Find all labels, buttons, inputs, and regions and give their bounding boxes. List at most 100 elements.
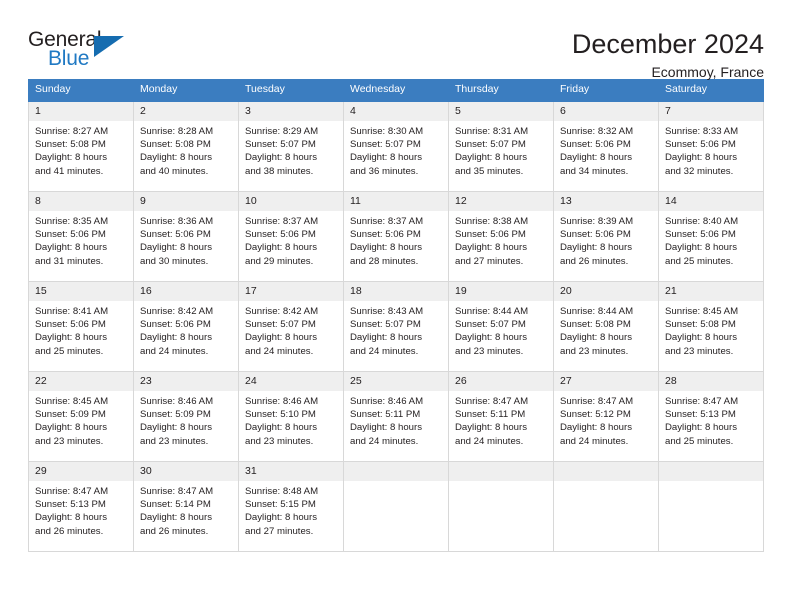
day-number: 18	[344, 281, 448, 301]
daylight-text-line2: and 31 minutes.	[35, 255, 104, 267]
day-cell[interactable]: 26 Sunrise: 8:47 AM Sunset: 5:11 PM Dayl…	[448, 370, 554, 462]
day-details: Sunrise: 8:46 AM Sunset: 5:10 PM Dayligh…	[239, 391, 343, 449]
day-cell[interactable]: 3 Sunrise: 8:29 AM Sunset: 5:07 PM Dayli…	[238, 100, 344, 192]
day-cell[interactable]: 27 Sunrise: 8:47 AM Sunset: 5:12 PM Dayl…	[553, 370, 659, 462]
sunrise-text: Sunrise: 8:45 AM	[35, 395, 109, 407]
day-cell[interactable]: 31 Sunrise: 8:48 AM Sunset: 5:15 PM Dayl…	[238, 460, 344, 552]
sunset-text: Sunset: 5:06 PM	[665, 228, 736, 240]
day-details: Sunrise: 8:41 AM Sunset: 5:06 PM Dayligh…	[29, 301, 133, 359]
weekday-header-saturday: Saturday	[658, 79, 764, 102]
daylight-text-line2: and 41 minutes.	[35, 165, 104, 177]
day-details: Sunrise: 8:42 AM Sunset: 5:07 PM Dayligh…	[239, 301, 343, 359]
sunrise-text: Sunrise: 8:29 AM	[245, 125, 319, 137]
day-cell[interactable]: 1 Sunrise: 8:27 AM Sunset: 5:08 PM Dayli…	[28, 100, 134, 192]
weekday-header-tuesday: Tuesday	[238, 79, 344, 102]
day-cell[interactable]: 7 Sunrise: 8:33 AM Sunset: 5:06 PM Dayli…	[658, 100, 764, 192]
day-cell[interactable]: 16 Sunrise: 8:42 AM Sunset: 5:06 PM Dayl…	[133, 280, 239, 372]
daylight-text-line2: and 23 minutes.	[455, 345, 524, 357]
day-number: 8	[29, 191, 133, 211]
daylight-text-line2: and 36 minutes.	[350, 165, 419, 177]
day-cell[interactable]: 5 Sunrise: 8:31 AM Sunset: 5:07 PM Dayli…	[448, 100, 554, 192]
sunset-text: Sunset: 5:06 PM	[245, 228, 316, 240]
day-details: Sunrise: 8:42 AM Sunset: 5:06 PM Dayligh…	[134, 301, 238, 359]
day-cell[interactable]: 2 Sunrise: 8:28 AM Sunset: 5:08 PM Dayli…	[133, 100, 239, 192]
general-blue-logo[interactable]: General Blue	[28, 28, 136, 72]
sunrise-text: Sunrise: 8:36 AM	[140, 215, 214, 227]
day-number: 22	[29, 371, 133, 391]
day-cell[interactable]: 12 Sunrise: 8:38 AM Sunset: 5:06 PM Dayl…	[448, 190, 554, 282]
day-number: 7	[659, 101, 763, 121]
day-details: Sunrise: 8:44 AM Sunset: 5:08 PM Dayligh…	[554, 301, 658, 359]
sunrise-text: Sunrise: 8:44 AM	[455, 305, 529, 317]
sunrise-text: Sunrise: 8:40 AM	[665, 215, 739, 227]
day-cell[interactable]: 21 Sunrise: 8:45 AM Sunset: 5:08 PM Dayl…	[658, 280, 764, 372]
sunrise-sunset-calendar: Sunday Monday Tuesday Wednesday Thursday…	[28, 79, 764, 552]
day-number	[344, 461, 448, 481]
day-cell[interactable]: 17 Sunrise: 8:42 AM Sunset: 5:07 PM Dayl…	[238, 280, 344, 372]
day-cell[interactable]: 8 Sunrise: 8:35 AM Sunset: 5:06 PM Dayli…	[28, 190, 134, 282]
daylight-text-line2: and 23 minutes.	[140, 435, 209, 447]
daylight-text-line1: Daylight: 8 hours	[665, 152, 737, 164]
day-number: 1	[29, 101, 133, 121]
daylight-text-line2: and 24 minutes.	[350, 345, 419, 357]
weekday-header-wednesday: Wednesday	[343, 79, 449, 102]
day-cell[interactable]: 22 Sunrise: 8:45 AM Sunset: 5:09 PM Dayl…	[28, 370, 134, 462]
sunrise-text: Sunrise: 8:41 AM	[35, 305, 109, 317]
sunset-text: Sunset: 5:09 PM	[140, 408, 211, 420]
sunrise-text: Sunrise: 8:48 AM	[245, 485, 319, 497]
day-details: Sunrise: 8:37 AM Sunset: 5:06 PM Dayligh…	[239, 211, 343, 269]
day-cell[interactable]: 24 Sunrise: 8:46 AM Sunset: 5:10 PM Dayl…	[238, 370, 344, 462]
day-number: 21	[659, 281, 763, 301]
daylight-text-line1: Daylight: 8 hours	[455, 332, 527, 344]
day-cell[interactable]: 13 Sunrise: 8:39 AM Sunset: 5:06 PM Dayl…	[553, 190, 659, 282]
day-details: Sunrise: 8:29 AM Sunset: 5:07 PM Dayligh…	[239, 121, 343, 179]
sunset-text: Sunset: 5:13 PM	[665, 408, 736, 420]
daylight-text-line2: and 29 minutes.	[245, 255, 314, 267]
day-cell[interactable]: 19 Sunrise: 8:44 AM Sunset: 5:07 PM Dayl…	[448, 280, 554, 372]
day-cell[interactable]: 10 Sunrise: 8:37 AM Sunset: 5:06 PM Dayl…	[238, 190, 344, 282]
daylight-text-line2: and 25 minutes.	[665, 435, 734, 447]
daylight-text-line2: and 25 minutes.	[35, 345, 104, 357]
weekday-header-friday: Friday	[553, 79, 659, 102]
day-cell[interactable]: 4 Sunrise: 8:30 AM Sunset: 5:07 PM Dayli…	[343, 100, 449, 192]
daylight-text-line1: Daylight: 8 hours	[35, 422, 107, 434]
day-cell[interactable]: 9 Sunrise: 8:36 AM Sunset: 5:06 PM Dayli…	[133, 190, 239, 282]
day-details: Sunrise: 8:45 AM Sunset: 5:09 PM Dayligh…	[29, 391, 133, 449]
day-cell[interactable]: 25 Sunrise: 8:46 AM Sunset: 5:11 PM Dayl…	[343, 370, 449, 462]
daylight-text-line1: Daylight: 8 hours	[560, 242, 632, 254]
day-cell[interactable]: 20 Sunrise: 8:44 AM Sunset: 5:08 PM Dayl…	[553, 280, 659, 372]
day-cell[interactable]: 14 Sunrise: 8:40 AM Sunset: 5:06 PM Dayl…	[658, 190, 764, 282]
calendar-body: 1 Sunrise: 8:27 AM Sunset: 5:08 PM Dayli…	[28, 100, 764, 552]
day-cell[interactable]: 11 Sunrise: 8:37 AM Sunset: 5:06 PM Dayl…	[343, 190, 449, 282]
daylight-text-line2: and 35 minutes.	[455, 165, 524, 177]
sunrise-text: Sunrise: 8:39 AM	[560, 215, 634, 227]
day-cell[interactable]: 23 Sunrise: 8:46 AM Sunset: 5:09 PM Dayl…	[133, 370, 239, 462]
day-details: Sunrise: 8:38 AM Sunset: 5:06 PM Dayligh…	[449, 211, 553, 269]
day-cell-empty	[343, 460, 449, 552]
weekday-header-monday: Monday	[133, 79, 239, 102]
calendar-header-row-group: Sunday Monday Tuesday Wednesday Thursday…	[28, 79, 764, 102]
sunset-text: Sunset: 5:11 PM	[455, 408, 526, 420]
day-details: Sunrise: 8:46 AM Sunset: 5:11 PM Dayligh…	[344, 391, 448, 449]
day-cell[interactable]: 18 Sunrise: 8:43 AM Sunset: 5:07 PM Dayl…	[343, 280, 449, 372]
daylight-text-line2: and 27 minutes.	[455, 255, 524, 267]
daylight-text-line1: Daylight: 8 hours	[140, 152, 212, 164]
day-number: 24	[239, 371, 343, 391]
sunrise-text: Sunrise: 8:31 AM	[455, 125, 529, 137]
day-details: Sunrise: 8:47 AM Sunset: 5:13 PM Dayligh…	[659, 391, 763, 449]
daylight-text-line2: and 27 minutes.	[245, 525, 314, 537]
daylight-text-line2: and 38 minutes.	[245, 165, 314, 177]
day-cell[interactable]: 29 Sunrise: 8:47 AM Sunset: 5:13 PM Dayl…	[28, 460, 134, 552]
day-cell[interactable]: 15 Sunrise: 8:41 AM Sunset: 5:06 PM Dayl…	[28, 280, 134, 372]
day-number: 23	[134, 371, 238, 391]
sunrise-text: Sunrise: 8:28 AM	[140, 125, 214, 137]
day-details: Sunrise: 8:39 AM Sunset: 5:06 PM Dayligh…	[554, 211, 658, 269]
sunrise-text: Sunrise: 8:42 AM	[140, 305, 214, 317]
day-details: Sunrise: 8:32 AM Sunset: 5:06 PM Dayligh…	[554, 121, 658, 179]
day-details: Sunrise: 8:47 AM Sunset: 5:14 PM Dayligh…	[134, 481, 238, 539]
daylight-text-line1: Daylight: 8 hours	[350, 152, 422, 164]
day-cell[interactable]: 6 Sunrise: 8:32 AM Sunset: 5:06 PM Dayli…	[553, 100, 659, 192]
sunset-text: Sunset: 5:07 PM	[350, 138, 421, 150]
day-cell[interactable]: 28 Sunrise: 8:47 AM Sunset: 5:13 PM Dayl…	[658, 370, 764, 462]
day-cell[interactable]: 30 Sunrise: 8:47 AM Sunset: 5:14 PM Dayl…	[133, 460, 239, 552]
